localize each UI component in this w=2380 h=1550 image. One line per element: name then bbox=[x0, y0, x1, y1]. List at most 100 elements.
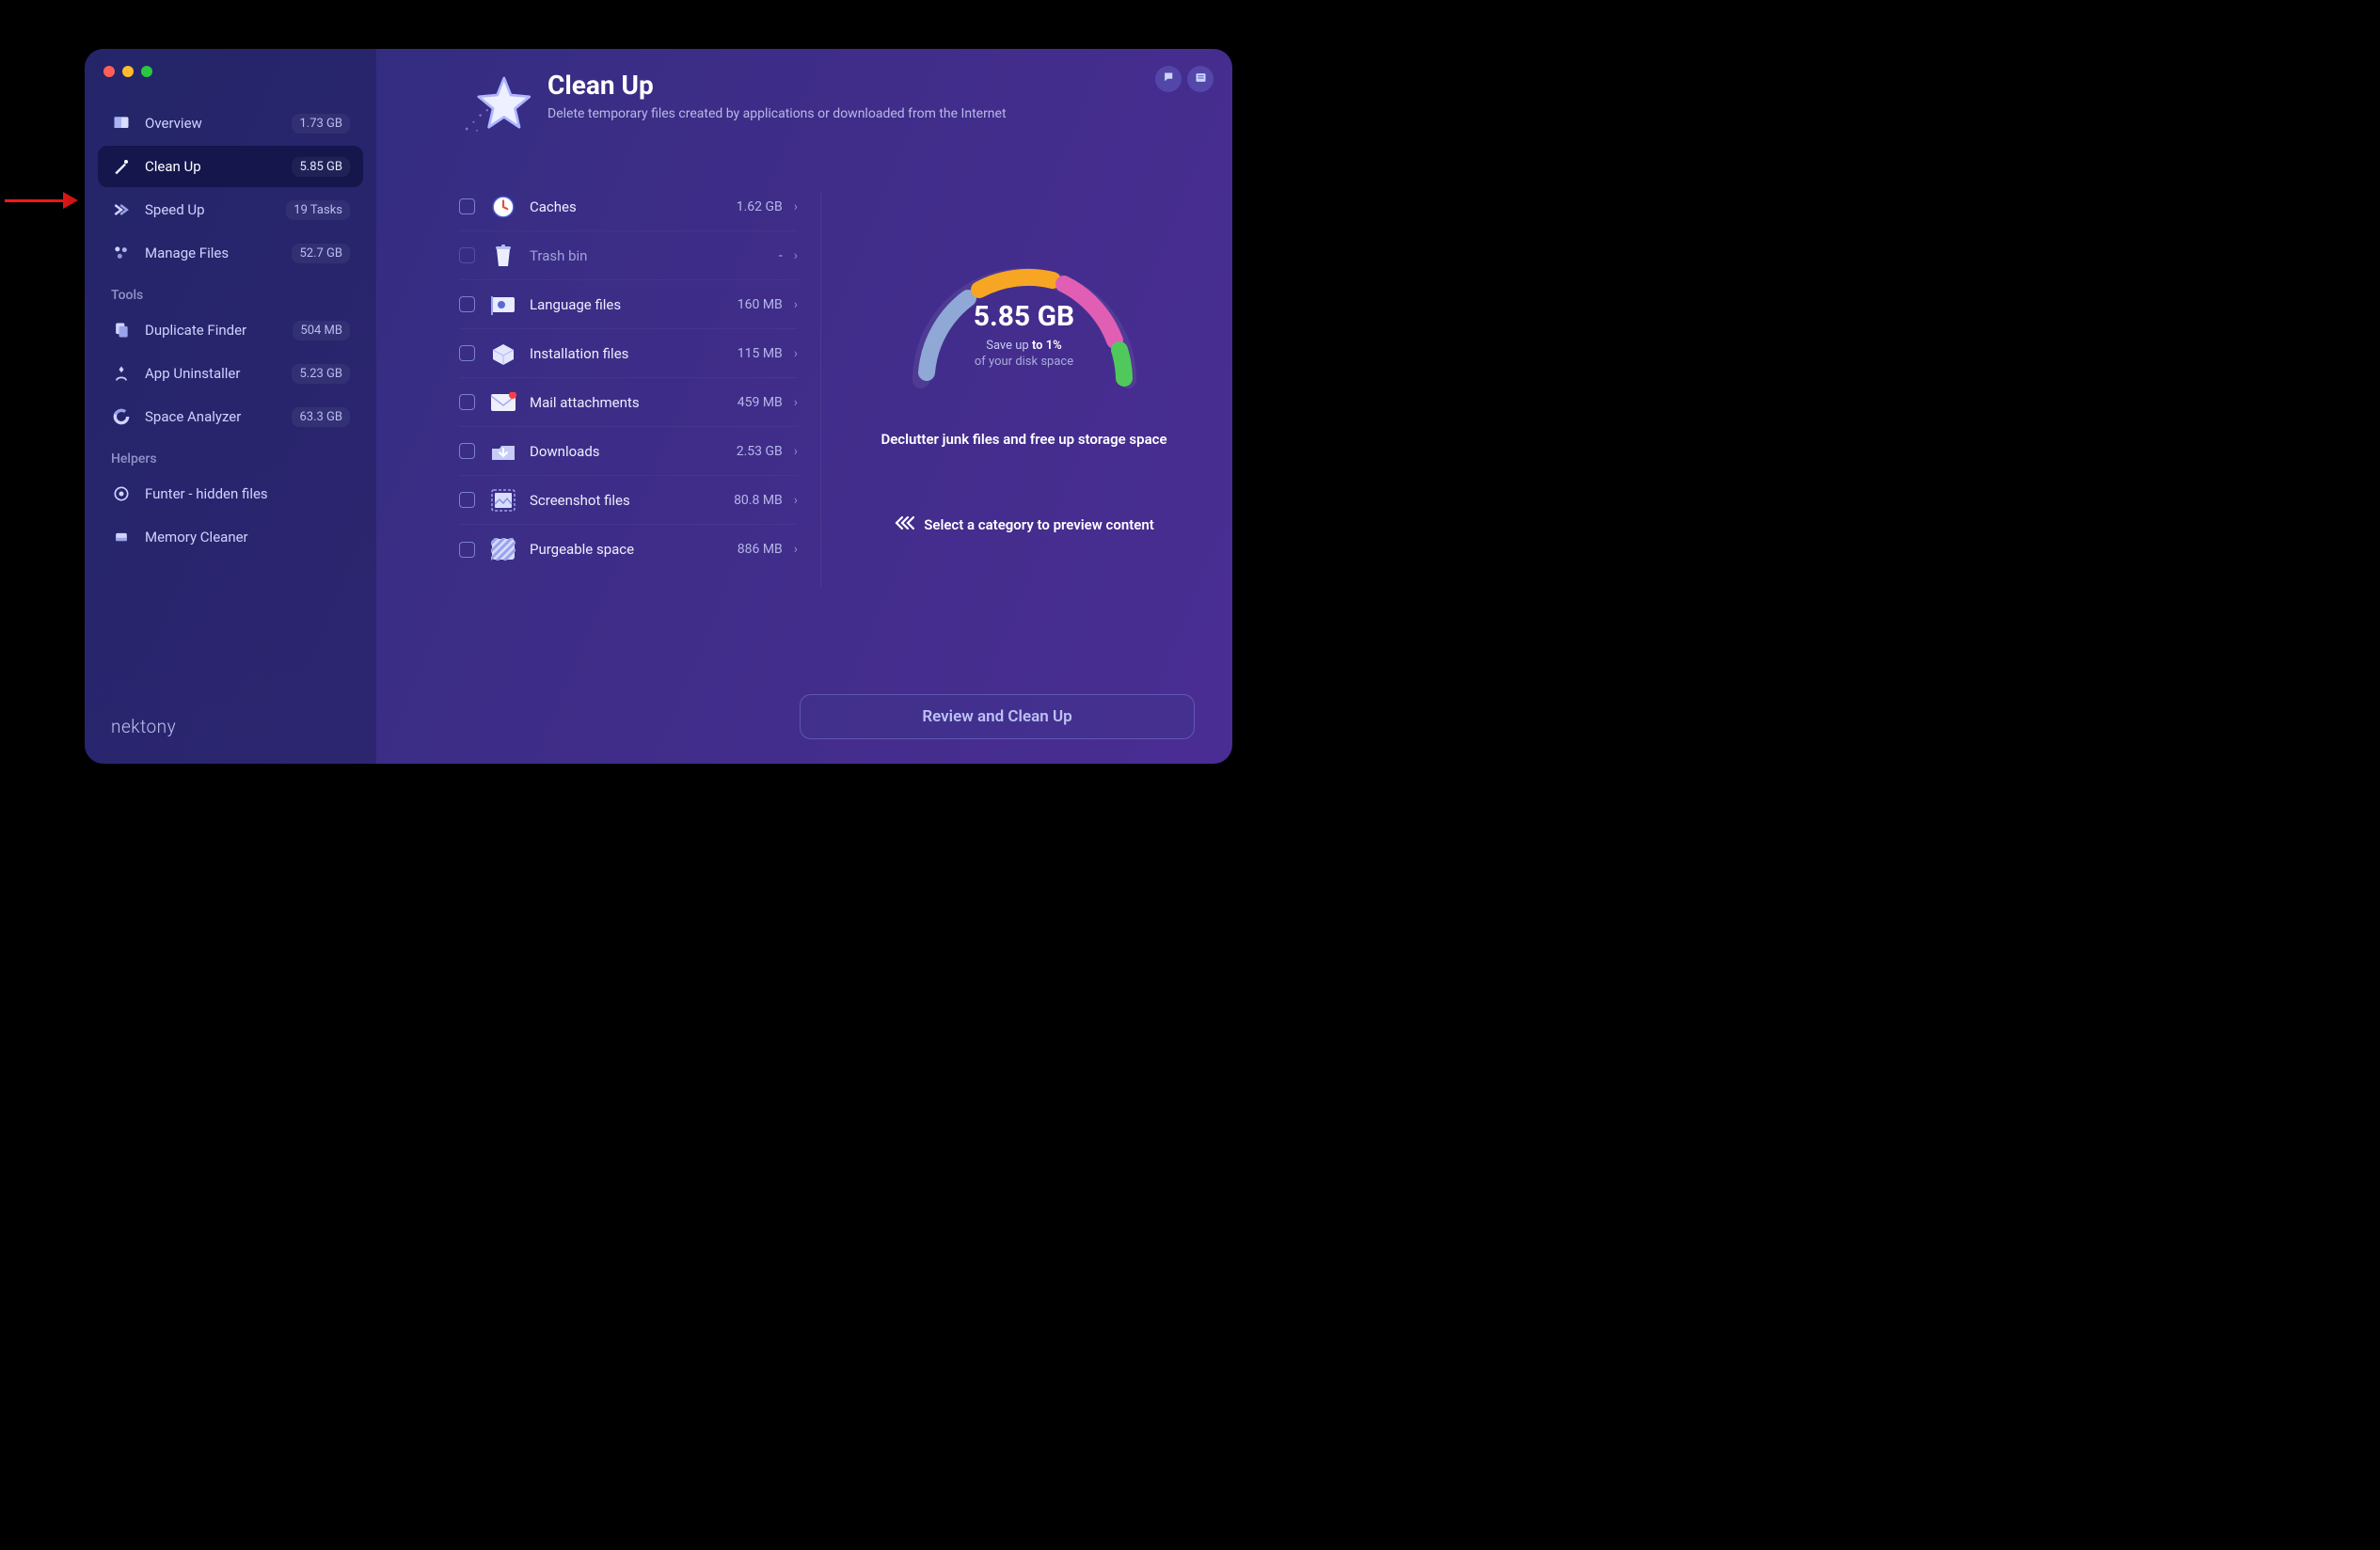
review-and-cleanup-button[interactable]: Review and Clean Up bbox=[800, 694, 1195, 739]
space-gauge: 5.85 GB Save up to 1% of your disk space bbox=[883, 239, 1166, 399]
category-size: 1.62 GB bbox=[737, 199, 783, 214]
category-size: - bbox=[779, 248, 783, 263]
chat-icon bbox=[1162, 71, 1176, 88]
sidebar-item-badge: 5.23 GB bbox=[292, 364, 350, 384]
page-header: Clean Up Delete temporary files created … bbox=[376, 49, 1232, 154]
sidebar-item-label: App Uninstaller bbox=[145, 365, 292, 382]
sidebar-item-label: Space Analyzer bbox=[145, 408, 292, 425]
sidebar-item-label: Speed Up bbox=[145, 201, 286, 218]
sidebar-item-funter[interactable]: Funter - hidden files bbox=[98, 473, 363, 514]
category-row-installation[interactable]: Installation files 115 MB › bbox=[459, 329, 798, 378]
clock-icon bbox=[490, 194, 516, 220]
category-row-trash[interactable]: Trash bin - › bbox=[459, 231, 798, 280]
app-window: Overview 1.73 GB Clean Up 5.85 GB Speed … bbox=[85, 49, 1232, 764]
category-size: 459 MB bbox=[738, 395, 783, 410]
sidebar-item-label: Clean Up bbox=[145, 158, 292, 175]
category-checkbox[interactable] bbox=[459, 296, 475, 312]
grid-icon bbox=[111, 243, 132, 263]
category-label: Purgeable space bbox=[530, 541, 738, 558]
sidebar-item-badge: 5.85 GB bbox=[292, 157, 350, 177]
window-controls bbox=[85, 66, 376, 102]
sidebar-item-managefiles[interactable]: Manage Files 52.7 GB bbox=[98, 232, 363, 274]
chevron-right-icon: › bbox=[794, 493, 798, 508]
sidebar-item-label: Memory Cleaner bbox=[145, 529, 350, 546]
copy-icon bbox=[111, 320, 132, 340]
category-row-screenshots[interactable]: Screenshot files 80.8 MB › bbox=[459, 476, 798, 525]
gauge-total: 5.85 GB bbox=[883, 300, 1166, 333]
chevron-right-icon: › bbox=[794, 444, 798, 459]
sidebar-item-label: Funter - hidden files bbox=[145, 485, 350, 502]
sidebar-item-badge: 19 Tasks bbox=[286, 200, 350, 220]
category-checkbox[interactable] bbox=[459, 247, 475, 263]
sidebar-item-cleanup[interactable]: Clean Up 5.85 GB bbox=[98, 146, 363, 187]
category-label: Installation files bbox=[530, 345, 738, 362]
category-label: Caches bbox=[530, 198, 737, 215]
chevron-right-icon: › bbox=[794, 199, 798, 214]
category-label: Screenshot files bbox=[530, 492, 734, 509]
sidebar-item-badge: 504 MB bbox=[293, 321, 350, 340]
category-row-mail[interactable]: Mail attachments 459 MB › bbox=[459, 378, 798, 427]
chevron-right-icon: › bbox=[794, 542, 798, 557]
page-title: Clean Up bbox=[547, 70, 1007, 101]
chevron-right-icon: › bbox=[794, 248, 798, 263]
chevron-right-icon: › bbox=[794, 346, 798, 361]
minimize-window-button[interactable] bbox=[122, 66, 134, 77]
person-icon bbox=[111, 363, 132, 384]
callout-arrow bbox=[5, 186, 80, 214]
gauge-save-line: Save up to 1% bbox=[883, 339, 1166, 353]
pie-icon bbox=[111, 406, 132, 427]
category-row-caches[interactable]: Caches 1.62 GB › bbox=[459, 182, 798, 231]
category-size: 2.53 GB bbox=[737, 444, 783, 459]
vertical-divider bbox=[820, 192, 821, 587]
page-subtitle: Delete temporary files created by applic… bbox=[547, 106, 1007, 121]
category-list: Caches 1.62 GB › Trash bin - › bbox=[459, 182, 798, 675]
sidebar-item-label: Duplicate Finder bbox=[145, 322, 293, 339]
chevrons-left-icon bbox=[894, 515, 914, 534]
sidebar-item-badge: 1.73 GB bbox=[292, 114, 350, 134]
target-icon bbox=[111, 483, 132, 504]
sidebar: Overview 1.73 GB Clean Up 5.85 GB Speed … bbox=[85, 49, 376, 764]
chat-button[interactable] bbox=[1155, 66, 1182, 92]
news-button[interactable] bbox=[1187, 66, 1214, 92]
sidebar-item-badge: 63.3 GB bbox=[292, 407, 350, 427]
category-label: Trash bin bbox=[530, 247, 779, 264]
download-icon bbox=[490, 438, 516, 465]
preview-hint: Select a category to preview content bbox=[894, 515, 1154, 534]
news-icon bbox=[1194, 71, 1208, 88]
category-row-language[interactable]: Language files 160 MB › bbox=[459, 280, 798, 329]
sidebar-section-tools: Tools bbox=[85, 275, 376, 308]
category-checkbox[interactable] bbox=[459, 542, 475, 558]
sidebar-item-app-uninstaller[interactable]: App Uninstaller 5.23 GB bbox=[98, 353, 363, 394]
category-size: 886 MB bbox=[738, 542, 783, 557]
chip-icon bbox=[111, 527, 132, 547]
chevron-right-icon: › bbox=[794, 395, 798, 410]
stripes-icon bbox=[490, 536, 516, 562]
trash-icon bbox=[490, 243, 516, 269]
category-checkbox[interactable] bbox=[459, 198, 475, 214]
chevrons-icon bbox=[111, 199, 132, 220]
category-label: Mail attachments bbox=[530, 394, 738, 411]
category-checkbox[interactable] bbox=[459, 394, 475, 410]
sidebar-item-badge: 52.7 GB bbox=[292, 244, 350, 263]
category-label: Language files bbox=[530, 296, 738, 313]
box-icon bbox=[490, 340, 516, 367]
sidebar-item-label: Overview bbox=[145, 115, 292, 132]
sidebar-item-speedup[interactable]: Speed Up 19 Tasks bbox=[98, 189, 363, 230]
sidebar-item-space-analyzer[interactable]: Space Analyzer 63.3 GB bbox=[98, 396, 363, 437]
wand-icon bbox=[111, 156, 132, 177]
category-checkbox[interactable] bbox=[459, 345, 475, 361]
sidebar-section-helpers: Helpers bbox=[85, 438, 376, 472]
sidebar-item-memory-cleaner[interactable]: Memory Cleaner bbox=[98, 516, 363, 558]
category-row-purgeable[interactable]: Purgeable space 886 MB › bbox=[459, 525, 798, 574]
fullscreen-window-button[interactable] bbox=[141, 66, 152, 77]
category-checkbox[interactable] bbox=[459, 492, 475, 508]
close-window-button[interactable] bbox=[103, 66, 115, 77]
sidebar-item-overview[interactable]: Overview 1.73 GB bbox=[98, 103, 363, 144]
category-checkbox[interactable] bbox=[459, 443, 475, 459]
flag-icon bbox=[490, 292, 516, 318]
chevron-right-icon: › bbox=[794, 297, 798, 312]
category-row-downloads[interactable]: Downloads 2.53 GB › bbox=[459, 427, 798, 476]
image-icon bbox=[490, 487, 516, 514]
sidebar-item-duplicate-finder[interactable]: Duplicate Finder 504 MB bbox=[98, 309, 363, 351]
category-size: 80.8 MB bbox=[734, 493, 783, 508]
